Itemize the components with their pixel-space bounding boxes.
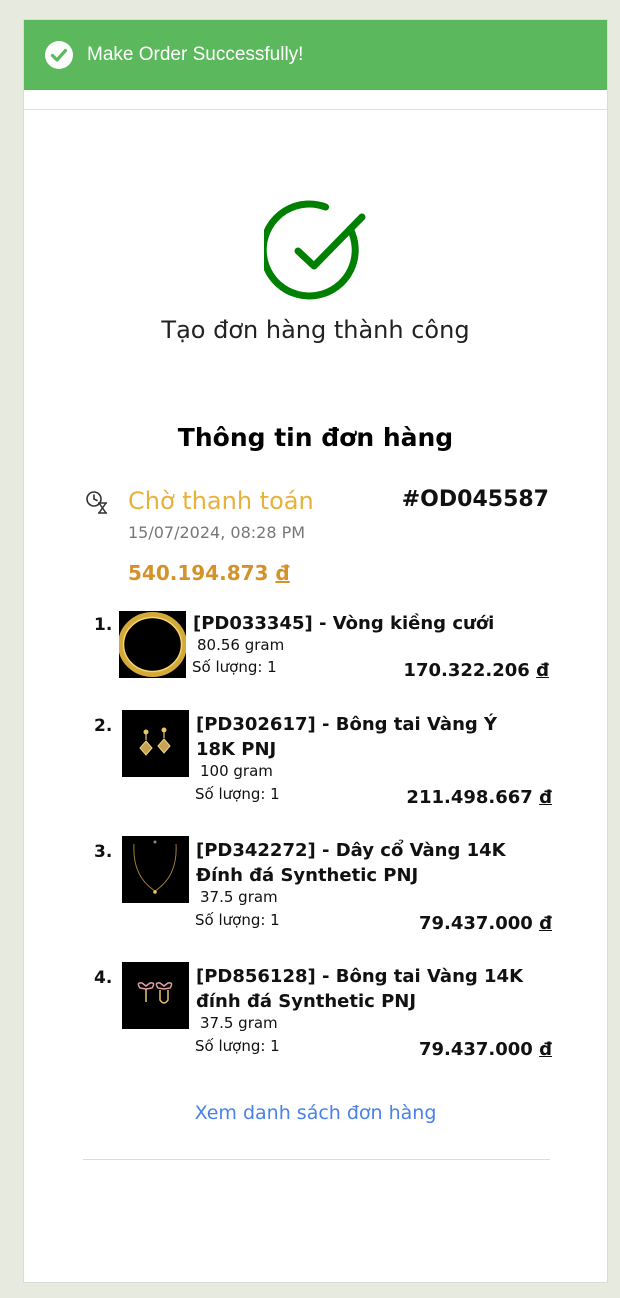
order-date: 15/07/2024, 08:28 PM	[128, 523, 306, 542]
divider	[24, 109, 607, 110]
hourglass-clock-icon	[86, 491, 107, 514]
product-image	[122, 962, 189, 1029]
toast-message: Make Order Successfully!	[87, 44, 304, 65]
item-name: [PD342272] - Dây cổ Vàng 14K Đính đá Syn…	[196, 840, 506, 886]
order-total-amount: 540.194.873	[128, 561, 269, 585]
item-price-amount: 170.322.206	[403, 660, 530, 681]
item-index: 1.	[94, 615, 113, 635]
order-item: 3. [PD342272] - Dây cổ Vàng 14K Đính đá …	[94, 836, 564, 942]
item-name: [PD033345] - Vòng kiềng cưới	[193, 613, 495, 634]
currency-symbol: đ	[539, 913, 552, 934]
item-weight: 80.56 gram	[197, 636, 285, 654]
item-quantity: Số lượng: 1	[195, 1037, 280, 1055]
product-image	[122, 710, 189, 777]
item-price-amount: 79.437.000	[418, 1039, 533, 1060]
order-id: #OD045587	[401, 487, 549, 512]
order-item: 4. [PD856128] - Bông tai Vàng 14K đính đ…	[94, 962, 564, 1068]
item-price-amount: 211.498.667	[406, 787, 533, 808]
check-circle-icon	[264, 200, 366, 300]
item-price: 79.437.000 đ	[419, 1039, 552, 1060]
currency-symbol: đ	[275, 561, 290, 585]
currency-symbol: đ	[539, 787, 552, 808]
order-item: 1. [PD033345] - Vòng kiềng cưới 80.56 gr…	[94, 611, 564, 685]
check-circle-icon	[44, 40, 74, 70]
item-weight: 100 gram	[200, 762, 273, 780]
order-success-card: Make Order Successfully! Tạo đơn hàng th…	[23, 19, 608, 1283]
item-index: 3.	[94, 842, 113, 862]
item-weight: 37.5 gram	[200, 1014, 278, 1032]
item-quantity: Số lượng: 1	[192, 658, 277, 676]
success-title: Tạo đơn hàng thành công	[161, 316, 470, 344]
item-index: 2.	[94, 716, 113, 736]
item-quantity: Số lượng: 1	[195, 785, 280, 803]
item-weight: 37.5 gram	[200, 888, 278, 906]
product-image	[122, 836, 189, 903]
order-total: 540.194.873 đ	[128, 561, 290, 585]
divider	[83, 1159, 550, 1160]
currency-symbol: đ	[539, 1039, 552, 1060]
item-quantity: Số lượng: 1	[195, 911, 280, 929]
currency-symbol: đ	[536, 660, 549, 681]
product-image	[118, 611, 187, 678]
view-orders-link[interactable]: Xem danh sách đơn hàng	[24, 1102, 607, 1124]
item-price: 170.322.206 đ	[403, 660, 549, 681]
item-name: [PD302617] - Bông tai Vàng Ý 18K PNJ	[196, 714, 498, 760]
item-price-amount: 79.437.000	[418, 913, 533, 934]
order-status: Chờ thanh toán	[128, 487, 314, 515]
item-price: 211.498.667 đ	[406, 787, 552, 808]
success-toast: Make Order Successfully!	[24, 20, 607, 90]
item-name: [PD856128] - Bông tai Vàng 14K đính đá S…	[196, 966, 524, 1012]
section-title: Thông tin đơn hàng	[177, 423, 454, 452]
item-index: 4.	[94, 968, 113, 988]
item-price: 79.437.000 đ	[419, 913, 552, 934]
order-item: 2. [PD302617] - Bông tai Vàng Ý 18K PNJ …	[94, 710, 564, 816]
